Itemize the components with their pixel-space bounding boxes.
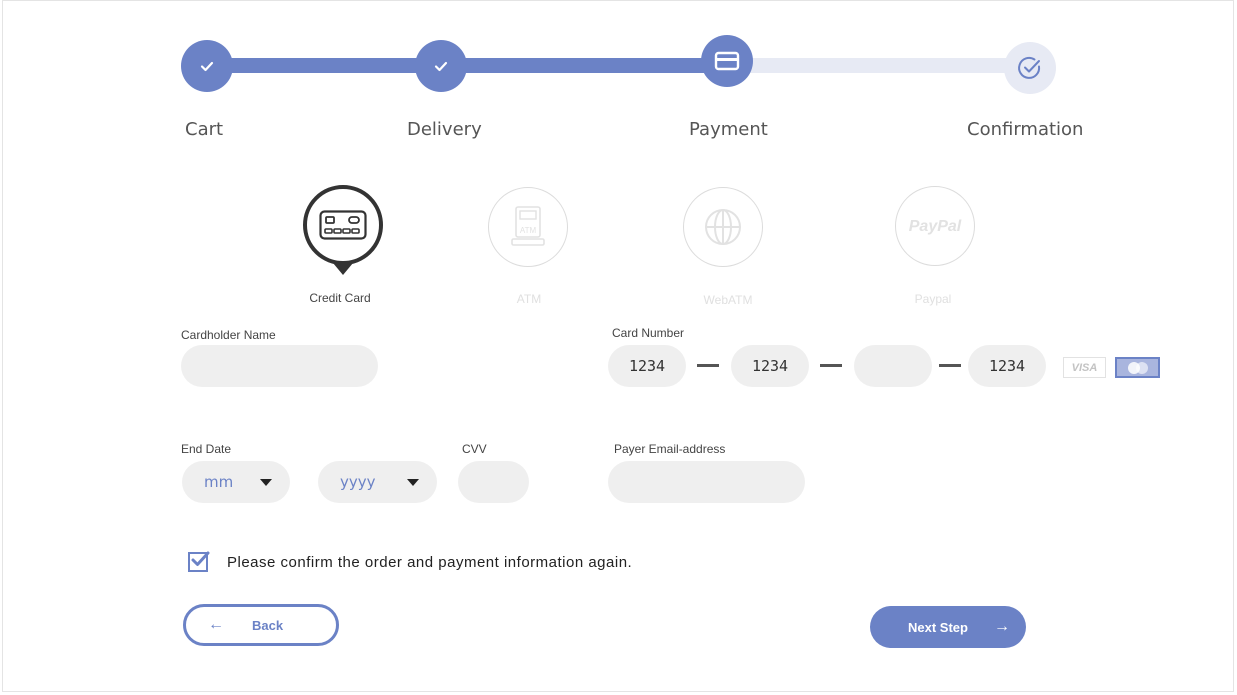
step-label-delivery: Delivery [407, 119, 482, 140]
confirm-text: Please confirm the order and payment inf… [227, 554, 633, 571]
arrow-right-icon: → [993, 618, 1010, 635]
card-number-separator [697, 364, 719, 367]
chevron-down-icon [407, 478, 419, 486]
payment-method-paypal[interactable]: PayPal [895, 186, 975, 266]
step-payment-indicator[interactable] [701, 35, 753, 87]
step-cart-indicator[interactable] [181, 40, 233, 92]
checkout-panel [2, 0, 1234, 692]
confirm-checkbox[interactable] [188, 551, 210, 572]
card-number-segment-2[interactable] [731, 345, 809, 387]
svg-text:ATM: ATM [520, 226, 537, 235]
paypal-logo: PayPal [909, 218, 962, 235]
cvv-input[interactable] [458, 461, 529, 503]
check-icon [434, 61, 448, 72]
check-circle-icon [1018, 56, 1041, 79]
payment-method-credit-card[interactable] [303, 185, 383, 275]
payer-email-label: Payer Email-address [614, 442, 726, 456]
card-number-segment-1[interactable] [608, 345, 686, 387]
card-number-segment-4[interactable] [968, 345, 1046, 387]
payment-method-atm[interactable]: ATM [488, 187, 568, 267]
next-step-button-label: Next Step [908, 619, 968, 635]
end-date-label: End Date [181, 442, 232, 456]
arrow-left-icon: ← [208, 616, 224, 633]
payment-method-label-paypal: Paypal [914, 292, 952, 306]
visa-badge: VISA [1063, 357, 1106, 378]
end-date-year-select[interactable]: yyyy [318, 461, 437, 503]
svg-text:PayPal: PayPal [909, 218, 962, 235]
card-number-separator [939, 364, 961, 367]
next-step-button[interactable]: Next Step → [870, 606, 1026, 648]
progress-track-pending [727, 58, 1030, 73]
atm-icon: ATM [511, 206, 545, 246]
step-label-payment: Payment [689, 119, 768, 140]
credit-card-icon [319, 210, 367, 240]
card-number-label: Card Number [612, 326, 685, 340]
end-date-year-value: yyyy [340, 473, 376, 491]
payment-method-webatm[interactable] [683, 187, 763, 267]
card-number-segment-3[interactable] [854, 345, 932, 387]
step-confirmation-indicator[interactable] [1004, 42, 1056, 94]
mastercard-badge [1115, 357, 1160, 378]
payment-method-label-webatm: WebATM [703, 293, 753, 307]
cardholder-name-input[interactable] [181, 345, 378, 387]
back-button[interactable]: ← Back [183, 604, 339, 646]
credit-card-icon [714, 51, 740, 71]
cvv-label: CVV [462, 442, 487, 456]
back-button-label: Back [252, 617, 284, 633]
step-label-cart: Cart [185, 119, 224, 140]
step-delivery-indicator[interactable] [415, 40, 467, 92]
payment-method-label-credit-card: Credit Card [309, 291, 371, 305]
progress-track-complete [207, 58, 727, 73]
mastercard-logo [1127, 361, 1148, 374]
check-icon [191, 551, 210, 566]
end-date-month-value: mm [204, 473, 234, 491]
globe-icon [705, 209, 741, 245]
end-date-month-select[interactable]: mm [182, 461, 290, 503]
step-label-confirmation: Confirmation [967, 119, 1084, 140]
check-icon [200, 61, 214, 72]
cardholder-name-label: Cardholder Name [181, 328, 276, 342]
chevron-down-icon [260, 478, 272, 486]
card-number-separator [820, 364, 842, 367]
payment-method-label-atm: ATM [516, 292, 542, 306]
payer-email-input[interactable] [608, 461, 805, 503]
